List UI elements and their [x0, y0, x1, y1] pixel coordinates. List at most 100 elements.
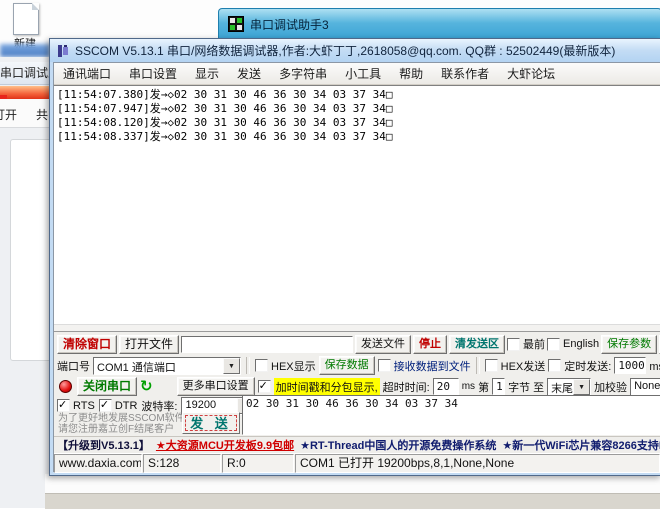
file-path-input[interactable]: [181, 336, 353, 353]
status-port-info: COM1 已打开 19200bps,8,1,None,None: [295, 454, 660, 473]
rts-checkbox[interactable]: RTS: [57, 399, 95, 412]
save-data-button[interactable]: 保存数据: [319, 356, 375, 375]
rts-label: RTS: [73, 400, 95, 412]
checkbox-box[interactable]: [378, 359, 391, 372]
menu-contact-author[interactable]: 联系作者: [432, 64, 498, 84]
byte-from-input[interactable]: 1: [492, 378, 505, 395]
send-data-input[interactable]: 02 30 31 30 46 36 30 34 03 37 34: [242, 395, 660, 435]
timed-send-label: 定时发送:: [564, 358, 611, 374]
bg-left-toolbar: 打开 共: [0, 99, 49, 128]
more-port-settings-button[interactable]: 更多串口设置: [177, 377, 255, 396]
port-select[interactable]: COM1 通信端口 ▼: [93, 357, 241, 375]
bg-bottom-area: [45, 474, 660, 493]
promo-line1: 为了更好地发展SSCOM软件: [58, 413, 185, 424]
row-serial: 关闭串口 ↻ 更多串口设置 加时间戳和分包显示, 超时时间: 20 ms 第 1…: [57, 377, 660, 396]
ad-link-mcu-board[interactable]: ★大资源MCU开发板9.9包邮: [156, 437, 294, 453]
menu-display[interactable]: 显示: [186, 64, 228, 84]
controls-panel: 清除窗口 打开文件 发送文件 停止 清发送区 最前 English 保存参数 扩…: [54, 332, 660, 436]
terminal-hscrollbar[interactable]: [54, 324, 660, 331]
open-file-button[interactable]: 打开文件: [119, 335, 179, 354]
receive-terminal[interactable]: [11:54:07.380]发→◇02 30 31 30 46 36 30 34…: [54, 85, 660, 332]
checksum-label: 加校验: [594, 379, 627, 395]
timestamp-split-checkbox[interactable]: 加时间戳和分包显示,: [258, 378, 380, 396]
menubar: 通讯端口 串口设置 显示 发送 多字符串 小工具 帮助 联系作者 大虾论坛: [54, 63, 660, 85]
save-params-button[interactable]: 保存参数: [601, 335, 657, 354]
timeout-input[interactable]: 20: [433, 378, 459, 395]
checkbox-box[interactable]: [547, 338, 560, 351]
grid-app-icon: [228, 16, 244, 32]
menu-comm-port[interactable]: 通讯端口: [54, 64, 120, 84]
promo-line2: 请您注册嘉立创F结尾客户: [58, 424, 185, 435]
byte-from-label: 第: [478, 379, 489, 395]
dtr-label: DTR: [115, 400, 138, 412]
checksum-select-value: None: [631, 379, 660, 395]
checkbox-box[interactable]: [99, 399, 112, 412]
hex-display-checkbox[interactable]: HEX显示: [255, 358, 316, 374]
checkbox-box[interactable]: [507, 338, 520, 351]
titlebar[interactable]: SSCOM V5.13.1 串口/网络数据调试器,作者:大虾丁丁,2618058…: [50, 39, 660, 62]
separator: [476, 357, 480, 374]
checksum-select[interactable]: None ▼: [630, 378, 660, 396]
window-body: 通讯端口 串口设置 显示 发送 多字符串 小工具 帮助 联系作者 大虾论坛 [1…: [53, 62, 660, 472]
english-checkbox[interactable]: English: [547, 338, 599, 351]
new-file-icon[interactable]: [13, 3, 39, 35]
receive-to-file-label: 接收数据到文件: [394, 358, 471, 374]
status-bar: www.daxia.com S:128 R:0 COM1 已打开 19200bp…: [54, 453, 660, 473]
terminal-line: [11:54:07.380]发→◇02 30 31 30 46 36 30 34…: [57, 88, 660, 102]
checkbox-box[interactable]: [57, 399, 70, 412]
close-port-button[interactable]: 关闭串口: [77, 377, 137, 396]
timed-send-checkbox[interactable]: 定时发送:: [548, 358, 611, 374]
menu-tools[interactable]: 小工具: [336, 64, 390, 84]
ad-link-rtthread[interactable]: ★RT-Thread中国人的开源免费操作系统: [300, 437, 496, 453]
checkbox-box[interactable]: [258, 380, 271, 393]
terminal-line: [11:54:07.947]发→◇02 30 31 30 46 36 30 34…: [57, 102, 660, 116]
checkbox-box[interactable]: [485, 359, 498, 372]
port-label: 端口号: [57, 358, 90, 374]
byte-unit-label: 字节: [508, 379, 530, 395]
hex-send-label: HEX发送: [501, 358, 546, 374]
baud-label: 波特率:: [141, 398, 177, 414]
terminal-line: [11:54:08.120]发→◇02 30 31 30 46 36 30 34…: [57, 116, 660, 130]
to-select[interactable]: 末尾 ▼: [547, 378, 591, 396]
status-website: www.daxia.com: [54, 454, 142, 473]
bg-left-open-button[interactable]: 打开: [0, 106, 17, 123]
blurred-window-strip: [0, 44, 50, 57]
menu-send[interactable]: 发送: [228, 64, 270, 84]
topmost-label: 最前: [523, 336, 545, 352]
timed-interval-input[interactable]: 1000: [614, 357, 646, 374]
send-file-button[interactable]: 发送文件: [355, 335, 411, 354]
bg-left-highlight-strip: [0, 86, 49, 99]
bg-bottom-statusarea: [45, 493, 660, 509]
to-label: 至: [533, 379, 544, 395]
menu-port-settings[interactable]: 串口设置: [120, 64, 186, 84]
background-window-serial-tool[interactable]: 串口调试工 打开 共: [0, 57, 50, 508]
clear-window-button[interactable]: 清除窗口: [57, 335, 117, 354]
bg-left-title: 串口调试工: [0, 62, 49, 85]
stop-button[interactable]: 停止: [413, 335, 447, 354]
interval-unit-label: ms/次: [649, 358, 660, 374]
menu-forum[interactable]: 大虾论坛: [498, 64, 564, 84]
menu-multi-string[interactable]: 多字符串: [270, 64, 336, 84]
chevron-down-icon[interactable]: ▼: [573, 379, 590, 395]
separator: [246, 357, 250, 374]
timeout-unit-label: ms: [462, 381, 475, 392]
to-select-value: 末尾: [548, 379, 573, 395]
refresh-ports-icon[interactable]: ↻: [140, 379, 153, 394]
bg-left-share-button[interactable]: 共: [36, 106, 48, 123]
clear-send-area-button[interactable]: 清发送区: [449, 335, 505, 354]
hex-send-checkbox[interactable]: HEX发送: [485, 358, 546, 374]
checkbox-box[interactable]: [255, 359, 268, 372]
send-button[interactable]: 发 送: [182, 412, 240, 434]
ad-link-wifi-chip[interactable]: ★新一代WiFi芯片兼容8266支持RT-Thread: [502, 437, 660, 453]
chevron-down-icon[interactable]: ▼: [223, 358, 240, 374]
sscom-app-icon: [56, 44, 70, 58]
checkbox-box[interactable]: [548, 359, 561, 372]
terminal-line: [11:54:08.337]发→◇02 30 31 30 46 36 30 34…: [57, 130, 660, 144]
menu-help[interactable]: 帮助: [390, 64, 432, 84]
dtr-checkbox[interactable]: DTR: [99, 399, 138, 412]
topmost-checkbox[interactable]: 最前: [507, 336, 545, 352]
row-file: 清除窗口 打开文件 发送文件 停止 清发送区 最前 English 保存参数 扩…: [57, 334, 660, 354]
timestamp-split-label: 加时间戳和分包显示,: [274, 378, 380, 396]
promo-text: 为了更好地发展SSCOM软件 请您注册嘉立创F结尾客户: [58, 413, 185, 435]
receive-to-file-checkbox[interactable]: 接收数据到文件: [378, 358, 471, 374]
